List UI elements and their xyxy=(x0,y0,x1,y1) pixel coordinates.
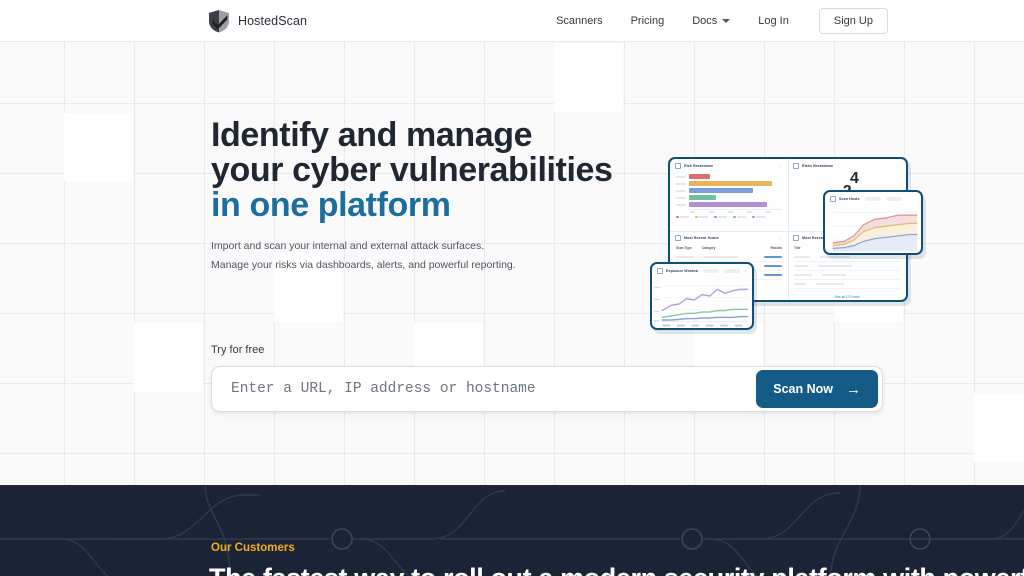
nav-label: Scanners xyxy=(556,14,603,27)
column-header: Results xyxy=(770,246,782,250)
graph-icon xyxy=(657,268,663,274)
hero-subcopy: Import and scan your internal and extern… xyxy=(211,237,516,275)
bar-chart xyxy=(670,171,788,213)
area-chart xyxy=(832,211,918,252)
section-heading: The fastest way to roll out a modern sec… xyxy=(209,563,1024,576)
subcopy-line-1: Import and scan your internal and extern… xyxy=(211,240,485,252)
card-risk-breakdown: Risk Breakdown ⋯ xyxy=(670,159,788,231)
scan-now-button[interactable]: Scan Now → xyxy=(756,370,878,408)
search-input[interactable] xyxy=(212,367,757,411)
card-title: Scan Hosts xyxy=(839,197,860,201)
table-row xyxy=(794,280,900,289)
headline-line-3: in one platform xyxy=(211,186,451,224)
customers-section: Our Customers The fastest way to roll ou… xyxy=(0,485,1024,576)
dashboard-mockup: Risk Breakdown ⋯ Risks Breakdown ⋯ Most … xyxy=(648,112,948,342)
mockup-overlay-number: 4 xyxy=(850,170,859,187)
try-for-free-label: Try for free xyxy=(211,344,265,356)
check-icon xyxy=(793,163,799,169)
sign-up-button[interactable]: Sign Up xyxy=(818,7,888,34)
nav-label: Docs xyxy=(692,14,718,27)
card-title: Most Recent Scans xyxy=(684,236,719,240)
table-row xyxy=(676,253,782,262)
section-eyebrow: Our Customers xyxy=(211,542,295,554)
chart-legend xyxy=(670,213,788,222)
landing-page: HostedScan Scanners Pricing Docs Log In … xyxy=(0,0,1024,576)
card-title: Exposure Window xyxy=(666,269,699,273)
arrow-right-icon: → xyxy=(846,380,861,398)
bar-row xyxy=(676,173,782,180)
line-chart xyxy=(653,284,749,327)
hero-section: Identify and manage your cyber vulnerabi… xyxy=(0,42,1024,485)
shield-check-icon xyxy=(209,9,229,32)
bar-row xyxy=(676,194,782,201)
nav-item-login[interactable]: Log In xyxy=(744,9,803,33)
subcopy-line-2: Manage your risks via dashboards, alerts… xyxy=(211,259,516,271)
nav-item-docs[interactable]: Docs xyxy=(678,9,744,33)
ellipsis-icon[interactable]: ⋯ xyxy=(779,236,783,241)
table-row xyxy=(794,271,900,280)
mockup-exposure-window-card: Exposure Window ⋯ xyxy=(650,262,754,330)
headline-line-1: Identify and manage xyxy=(211,116,533,154)
brand-logo[interactable]: HostedScan xyxy=(208,9,307,33)
see-all-risks-link[interactable]: See all 170 risks xyxy=(788,292,906,300)
bar-row xyxy=(676,180,782,187)
site-header: HostedScan Scanners Pricing Docs Log In … xyxy=(0,0,1024,42)
headline-line-2: your cyber vulnerabilities xyxy=(211,151,613,189)
page-title: Identify and manage your cyber vulnerabi… xyxy=(211,118,613,223)
bar-row xyxy=(676,187,782,194)
brand-name: HostedScan xyxy=(238,13,308,28)
nav-item-scanners[interactable]: Scanners xyxy=(542,9,616,33)
column-header: Title xyxy=(794,246,801,250)
nav-label: Pricing xyxy=(630,14,665,27)
graph-icon xyxy=(830,196,836,202)
scan-now-label: Scan Now xyxy=(773,382,833,396)
column-header: Scan Type xyxy=(676,246,692,250)
chart-icon xyxy=(675,163,681,169)
nav-label: Log In xyxy=(758,14,789,27)
ellipsis-icon[interactable]: ⋯ xyxy=(897,164,901,169)
list-icon xyxy=(675,235,681,241)
card-title: Risk Breakdown xyxy=(684,164,714,168)
column-header: Category xyxy=(701,246,716,250)
nav-item-pricing[interactable]: Pricing xyxy=(617,9,679,33)
mockup-scan-hosts-card: Scan Hosts xyxy=(823,190,923,255)
ellipsis-icon[interactable]: ⋯ xyxy=(779,164,783,169)
scan-form: Scan Now → xyxy=(211,366,883,412)
ellipsis-icon[interactable]: ⋯ xyxy=(743,269,747,274)
warning-icon xyxy=(793,235,799,241)
chevron-down-icon xyxy=(722,18,731,23)
table-row xyxy=(794,262,900,271)
bar-row xyxy=(676,201,782,208)
main-nav: Scanners Pricing Docs Log In Sign Up xyxy=(542,7,888,34)
card-title: Risks Breakdown xyxy=(802,164,834,168)
